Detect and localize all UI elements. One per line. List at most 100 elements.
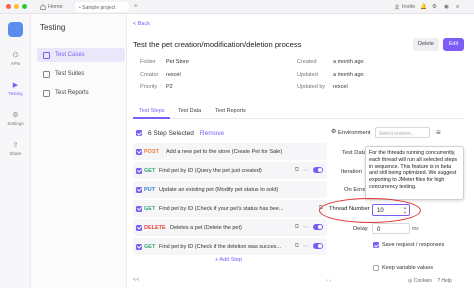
meta-updated-value: a month ago	[333, 72, 364, 78]
test-reports-icon	[43, 89, 50, 97]
step-checkbox[interactable]	[136, 224, 142, 231]
step-clone-icon[interactable]: ⧉	[295, 224, 299, 231]
help-link[interactable]: Help	[441, 278, 451, 284]
step-description: Find pet by ID (Query the pet just creat…	[159, 167, 262, 174]
cookies-link[interactable]: Cookies	[414, 278, 432, 284]
keep-variable-checkbox[interactable]	[373, 265, 379, 271]
home-tab[interactable]: Home	[40, 3, 63, 11]
step-more-icon[interactable]: ⋯	[303, 167, 309, 174]
step-checkbox[interactable]	[136, 205, 142, 212]
environment-manage-icon[interactable]: ≡	[436, 128, 441, 137]
step-row[interactable]: POST Add a new pet to the store (Create …	[133, 143, 327, 160]
settings-icon: ⚙	[12, 112, 19, 119]
settings-gear-icon[interactable]: ⚙	[432, 3, 437, 11]
back-label: Back	[137, 21, 150, 27]
meta-created-label: Created	[297, 59, 317, 65]
step-more-icon[interactable]: ⋯	[303, 224, 309, 231]
invite-icon	[394, 4, 400, 10]
rail-item-share[interactable]: ⇪ Share	[0, 142, 31, 156]
environment-label: Environment	[338, 130, 371, 136]
step-row[interactable]: PUT Update an existing pet (Modify pet s…	[133, 181, 327, 198]
step-description: Add a new pet to the store (Create Pet f…	[166, 148, 283, 155]
step-row[interactable]: GET Find pet by ID (Query the pet just c…	[133, 162, 327, 179]
iterations-label: Iteration	[341, 169, 362, 175]
rail-item-label: Share	[9, 151, 22, 156]
invite-label: Invite	[402, 4, 416, 10]
tab-test-steps[interactable]: Test Steps	[139, 108, 165, 114]
pagination-icon[interactable]: ‹ ›	[326, 278, 331, 284]
rail-item-testing[interactable]: ▶ Testing	[0, 82, 31, 96]
user-avatar-icon[interactable]: ◉	[444, 3, 449, 11]
meta-updated-by-label: Updated by	[297, 84, 326, 90]
api-icon: ⌬	[12, 52, 19, 59]
meta-created-value: a month ago	[333, 59, 364, 65]
step-actions: ⧉ ⋯	[295, 166, 323, 174]
home-icon	[40, 4, 46, 10]
back-link[interactable]: < Back	[133, 21, 150, 27]
sidebar-item-test-suites[interactable]: Test Suites	[37, 67, 125, 81]
cookies-icon: ◎	[408, 278, 413, 284]
step-enable-toggle[interactable]	[313, 166, 323, 173]
delete-button[interactable]: Delete	[413, 38, 439, 51]
sidebar-item-test-reports[interactable]: Test Reports	[37, 86, 125, 100]
step-row[interactable]: GET Find pet by ID (Check if the deletio…	[133, 238, 327, 255]
help-icon: ?	[437, 278, 441, 284]
new-tab-plus-icon[interactable]: +	[134, 3, 138, 10]
step-checkbox[interactable]	[136, 148, 142, 155]
environment-select[interactable]: Select environ...	[375, 127, 430, 138]
rail-item-label: Testing	[8, 91, 23, 96]
step-row[interactable]: DELETE Deletes a pet (Delete the pet) ⧉ …	[133, 219, 327, 236]
meta-priority-value: P2	[166, 84, 173, 90]
collapse-panel-button[interactable]: <<	[133, 277, 139, 283]
more-menu-icon[interactable]: ≡	[456, 3, 459, 11]
sidebar-item-label: Test Suites	[55, 71, 85, 77]
step-method: GET	[144, 167, 156, 174]
meta-updated-by-value: rexcel	[333, 84, 348, 90]
left-rail: ⌬ APIs ▶ Testing ⚙ Settings ⇪ Share	[0, 14, 31, 288]
step-clone-icon[interactable]: ⧉	[295, 167, 299, 174]
step-enable-toggle[interactable]	[313, 242, 323, 249]
rail-item-label: Settings	[7, 121, 24, 126]
edit-button[interactable]: Edit	[443, 38, 464, 51]
save-request-checkbox[interactable]	[373, 242, 379, 248]
footer-links: ◎ Cookies ? Help	[408, 278, 452, 284]
step-more-icon[interactable]: ⋯	[303, 243, 309, 250]
step-method: GET	[144, 205, 156, 212]
step-checkbox[interactable]	[136, 243, 142, 250]
tab-test-data[interactable]: Test Data	[178, 108, 201, 114]
notification-bell-icon[interactable]: 🔔	[420, 3, 427, 11]
tab-test-reports[interactable]: Test Reports	[215, 108, 246, 114]
maximize-window-dot[interactable]	[22, 4, 27, 9]
sidebar-item-label: Test Reports	[55, 90, 89, 96]
keep-variable-label: Keep variable values	[382, 265, 434, 271]
remove-button[interactable]: Remove	[200, 130, 224, 137]
step-checkbox[interactable]	[136, 186, 142, 193]
step-actions: ⧉ ⋯	[295, 242, 323, 250]
rail-item-settings[interactable]: ⚙ Settings	[0, 112, 31, 126]
meta-folder-label: Folder	[140, 59, 156, 65]
step-description: Find pet by ID (Check if the deletion wa…	[159, 243, 281, 250]
close-window-dot[interactable]	[6, 4, 11, 9]
step-description: Deletes a pet (Delete the pet)	[170, 224, 242, 231]
add-step-button[interactable]: + Add Step	[215, 257, 242, 263]
step-enable-toggle[interactable]	[313, 223, 323, 230]
step-description: Find pet by ID (Check if your pet's stat…	[159, 205, 284, 212]
delay-input[interactable]: 0	[372, 223, 410, 234]
step-method: GET	[144, 243, 156, 250]
rail-item-apis[interactable]: ⌬ APIs	[0, 52, 31, 66]
highlight-annotation-oval	[319, 198, 421, 223]
project-tab[interactable]: • Sample project +	[75, 2, 138, 12]
step-clone-icon[interactable]: ⧉	[295, 243, 299, 250]
invite-button[interactable]: Invite	[394, 3, 415, 11]
tab-bar: Test Steps Test Data Test Reports	[133, 107, 464, 119]
test-cases-icon	[43, 51, 50, 59]
step-row[interactable]: GET Find pet by ID (Check if your pet's …	[133, 200, 327, 217]
sidebar-title: Testing	[40, 23, 66, 32]
sidebar-item-label: Test Cases	[55, 52, 85, 58]
sidebar-item-test-cases[interactable]: Test Cases	[37, 48, 125, 62]
step-actions: ⧉ ⋯	[295, 223, 323, 231]
step-checkbox[interactable]	[136, 167, 142, 174]
meta-priority-label: Priority	[140, 84, 158, 90]
select-all-checkbox[interactable]	[136, 130, 142, 136]
minimize-window-dot[interactable]	[14, 4, 19, 9]
